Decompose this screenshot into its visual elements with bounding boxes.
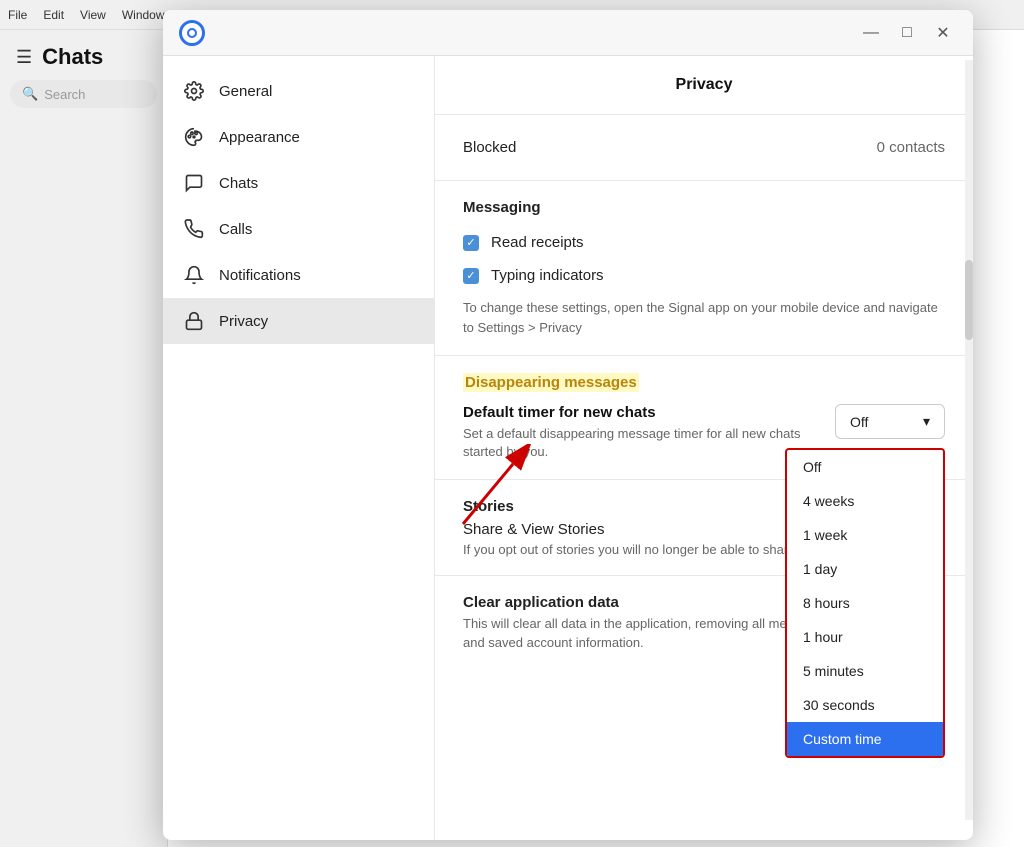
appearance-icon [183,126,205,148]
search-icon: 🔍 [22,86,38,102]
dropdown-item-1week[interactable]: 1 week [787,518,943,552]
nav-item-calls[interactable]: Calls [163,206,434,252]
maximize-button[interactable]: □ [893,19,921,47]
scrollbar-thumb [965,260,973,340]
settings-nav: General Appearance [163,56,435,840]
dropdown-item-1hour[interactable]: 1 hour [787,620,943,654]
nav-item-notifications[interactable]: Notifications [163,252,434,298]
typing-indicators-row: Typing indicators [463,263,945,288]
scrollbar[interactable] [965,60,973,820]
dropdown-item-8hours[interactable]: 8 hours [787,586,943,620]
phone-icon [183,218,205,240]
disappearing-row-title: Default timer for new chats [463,404,835,421]
dropdown-item-off[interactable]: Off [787,450,943,484]
dropdown-item-4weeks[interactable]: 4 weeks [787,484,943,518]
settings-titlebar: — □ ✕ [163,10,973,56]
messaging-section: Messaging Read receipts Typing indicator… [435,181,973,356]
messaging-heading: Messaging [463,199,945,216]
disappearing-title: Disappearing messages [463,373,639,392]
blocked-value: 0 contacts [877,139,945,156]
read-receipts-label: Read receipts [491,234,584,251]
window-controls: — □ ✕ [857,19,957,47]
dropdown-current-value: Off [850,414,868,430]
blocked-label: Blocked [463,139,516,156]
read-receipts-row: Read receipts [463,230,945,255]
dropdown-item-1day[interactable]: 1 day [787,552,943,586]
nav-label-privacy: Privacy [219,313,268,330]
typing-indicators-checkbox[interactable] [463,268,479,284]
nav-item-appearance[interactable]: Appearance [163,114,434,160]
nav-item-chats[interactable]: Chats [163,160,434,206]
bg-chats-title: Chats [42,44,103,70]
timer-dropdown-list[interactable]: Off 4 weeks 1 week 1 day 8 hours 1 hour … [785,448,945,758]
bg-search-text: Search [44,87,85,102]
bell-icon [183,264,205,286]
nav-label-chats: Chats [219,175,258,192]
chevron-down-icon: ▾ [923,413,930,430]
bg-sidebar-header: ☰ Chats [0,30,167,80]
settings-window: — □ ✕ General [163,10,973,840]
dropdown-item-custom[interactable]: Custom time [787,722,943,756]
read-receipts-checkbox[interactable] [463,235,479,251]
nav-label-calls: Calls [219,221,252,238]
timer-dropdown-button[interactable]: Off ▾ [835,404,945,439]
blocked-section: Blocked 0 contacts [435,115,973,181]
chat-icon [183,172,205,194]
disappearing-row-desc: Set a default disappearing message timer… [463,425,835,461]
blocked-row: Blocked 0 contacts [463,133,945,162]
menu-edit[interactable]: Edit [43,8,64,22]
page-title: Privacy [435,56,973,115]
disappearing-info: Default timer for new chats Set a defaul… [463,404,835,461]
gear-icon [183,80,205,102]
logo-inner [187,28,197,38]
minimize-button[interactable]: — [857,19,885,47]
messaging-helper: To change these settings, open the Signa… [463,298,945,337]
nav-label-appearance: Appearance [219,129,300,146]
dropdown-item-5minutes[interactable]: 5 minutes [787,654,943,688]
lock-icon [183,310,205,332]
nav-label-general: General [219,83,272,100]
menu-window[interactable]: Window [122,8,165,22]
nav-label-notifications: Notifications [219,267,301,284]
bg-sidebar: ☰ Chats 🔍 Search [0,30,168,847]
bg-search-bar[interactable]: 🔍 Search [10,80,157,108]
dropdown-wrapper: Off ▾ Off 4 weeks 1 week 1 day 8 hours 1… [835,404,945,439]
dropdown-item-30seconds[interactable]: 30 seconds [787,688,943,722]
nav-item-general[interactable]: General [163,68,434,114]
disappearing-section: Disappearing messages Default timer for [435,356,973,480]
settings-body: General Appearance [163,56,973,840]
menu-file[interactable]: File [8,8,27,22]
close-button[interactable]: ✕ [929,19,957,47]
nav-item-privacy[interactable]: Privacy [163,298,434,344]
disappearing-row: Default timer for new chats Set a defaul… [463,404,945,461]
typing-indicators-label: Typing indicators [491,267,604,284]
menu-view[interactable]: View [80,8,106,22]
app-logo [179,20,205,46]
settings-content: Privacy Blocked 0 contacts Messaging Rea… [435,56,973,840]
hamburger-icon[interactable]: ☰ [16,47,32,68]
